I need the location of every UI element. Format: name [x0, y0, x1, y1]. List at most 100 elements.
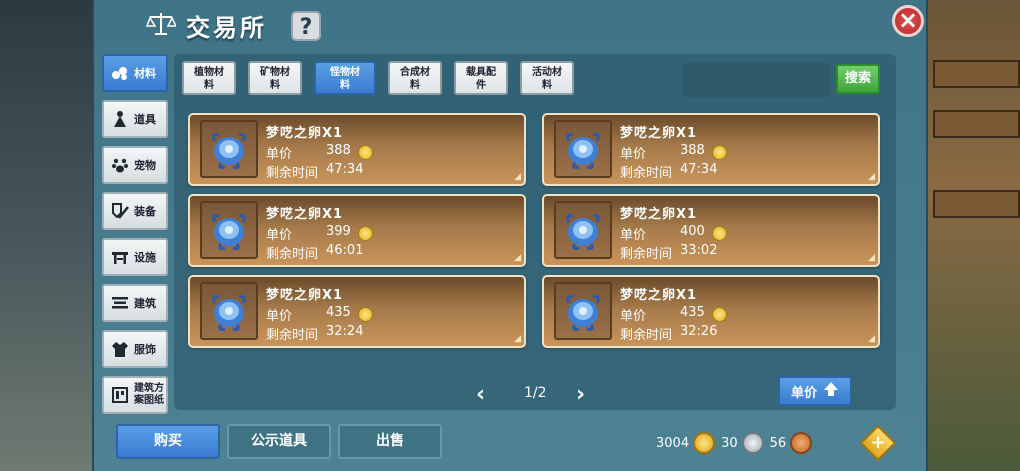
corner-mark-icon: ◢: [514, 334, 521, 344]
page-indicator: 1/2: [524, 385, 547, 401]
clothing-icon: [110, 339, 130, 359]
tab-label-line1: 怪物材: [330, 67, 360, 78]
tab-label-line2: 料: [410, 80, 420, 91]
gold-coin-icon: [712, 226, 727, 241]
item-name: 梦呓之卵X1: [266, 126, 344, 141]
side-tab-blueprint[interactable]: 建筑方 案图纸: [102, 376, 168, 414]
tab-mineral-materials[interactable]: 矿物材料: [248, 61, 302, 95]
paw-icon: [110, 155, 130, 175]
tab-label-line1: 合成材: [400, 67, 430, 78]
side-tab-label: 材料: [134, 67, 156, 80]
tab-plant-materials[interactable]: 植物材料: [182, 61, 236, 95]
public-items-button[interactable]: 公示道具: [227, 424, 331, 459]
time-label: 剩余时间: [266, 247, 319, 262]
plus-icon: +: [870, 432, 886, 453]
corner-mark-icon: ◢: [868, 334, 875, 344]
tab-synthesis-materials[interactable]: 合成材料: [388, 61, 442, 95]
price-label: 单价: [266, 309, 293, 324]
time-label: 剩余时间: [266, 328, 319, 343]
side-tab-clothing[interactable]: 服饰: [102, 330, 168, 368]
listing-card[interactable]: 梦呓之卵X1 单价 399 剩余时间 46:01 ◢: [188, 194, 526, 267]
sort-by-price-button[interactable]: 单价: [778, 376, 852, 406]
price-value: 435: [680, 305, 705, 320]
prev-page-button[interactable]: ‹: [476, 382, 485, 407]
item-name: 梦呓之卵X1: [266, 288, 344, 303]
time-label: 剩余时间: [620, 328, 673, 343]
time-label: 剩余时间: [266, 166, 319, 181]
side-tab-building[interactable]: 建筑: [102, 284, 168, 322]
next-page-button[interactable]: ›: [576, 382, 585, 407]
gold-coin-icon: [358, 145, 373, 160]
tab-event-materials[interactable]: 活动材料: [520, 61, 574, 95]
side-tab-label: 装备: [134, 205, 156, 218]
buy-button[interactable]: 购买: [116, 424, 220, 459]
item-name: 梦呓之卵X1: [266, 207, 344, 222]
bronze-coin-icon: [790, 432, 813, 454]
listing-card[interactable]: 梦呓之卵X1 单价 388 剩余时间 47:34 ◢: [188, 113, 526, 186]
listing-card[interactable]: 梦呓之卵X1 单价 435 剩余时间 32:24 ◢: [188, 275, 526, 348]
background-scene-left: [0, 0, 95, 471]
side-tab-facility[interactable]: 设施: [102, 238, 168, 276]
background-plank: [933, 60, 1020, 88]
silver-amount: 30: [721, 435, 738, 451]
time-remaining: 32:26: [680, 324, 718, 339]
tab-monster-materials[interactable]: 怪物材料: [314, 61, 376, 95]
dream-egg-icon: [200, 120, 258, 178]
help-button[interactable]: ?: [291, 11, 321, 41]
tab-label-line1: 活动材: [532, 67, 562, 78]
dream-egg-icon: [554, 120, 612, 178]
side-tab-label: 服饰: [134, 343, 156, 356]
tab-label-line2: 料: [542, 80, 552, 91]
gold-amount: 3004: [656, 435, 690, 451]
tab-vehicle-parts[interactable]: 载具配件: [454, 61, 508, 95]
equipment-icon: [110, 201, 130, 221]
gold-coin-icon: [358, 226, 373, 241]
price-value: 388: [326, 143, 351, 158]
price-label: 单价: [620, 228, 647, 243]
search-input[interactable]: [683, 63, 831, 97]
background-plank: [933, 190, 1020, 218]
sell-button[interactable]: 出售: [338, 424, 442, 459]
price-value: 399: [326, 224, 351, 239]
price-label: 单价: [266, 147, 293, 162]
item-name: 梦呓之卵X1: [620, 126, 698, 141]
tab-label-line2: 件: [476, 80, 486, 91]
price-value: 388: [680, 143, 705, 158]
price-label: 单价: [266, 228, 293, 243]
time-label: 剩余时间: [620, 247, 673, 262]
gold-coin-icon: [358, 307, 373, 322]
tab-label-line1: 矿物材: [260, 67, 290, 78]
add-currency-button[interactable]: +: [859, 424, 897, 462]
side-tab-label-line1: 建筑方: [134, 383, 164, 394]
time-label: 剩余时间: [620, 166, 673, 181]
close-button[interactable]: ×: [892, 5, 924, 37]
side-tab-label: 设施: [134, 251, 156, 264]
time-remaining: 33:02: [680, 243, 718, 258]
corner-mark-icon: ◢: [868, 253, 875, 263]
search-button[interactable]: 搜索: [836, 64, 880, 94]
props-icon: [110, 109, 130, 129]
time-remaining: 47:34: [680, 162, 718, 177]
price-label: 单价: [620, 147, 647, 162]
side-tab-props[interactable]: 道具: [102, 100, 168, 138]
tab-label-line2: 料: [204, 80, 214, 91]
listing-card[interactable]: 梦呓之卵X1 单价 388 剩余时间 47:34 ◢: [542, 113, 880, 186]
side-tab-pets[interactable]: 宠物: [102, 146, 168, 184]
sort-label: 单价: [790, 385, 817, 401]
price-label: 单价: [620, 309, 647, 324]
time-remaining: 46:01: [326, 243, 364, 258]
listing-card[interactable]: 梦呓之卵X1 单价 400 剩余时间 33:02 ◢: [542, 194, 880, 267]
background-scene-right: [925, 0, 1020, 471]
gold-coin-icon: [693, 432, 716, 454]
item-name: 梦呓之卵X1: [620, 207, 698, 222]
side-tab-label: 宠物: [134, 159, 156, 172]
listing-card[interactable]: 梦呓之卵X1 单价 435 剩余时间 32:26 ◢: [542, 275, 880, 348]
side-tab-label: 道具: [134, 113, 156, 126]
time-remaining: 47:34: [326, 162, 364, 177]
side-tab-label: 建筑: [134, 297, 156, 310]
gold-coin-icon: [712, 145, 727, 160]
listing-panel: 植物材料 矿物材料 怪物材料 合成材料 载具配件 活动材料 搜索 梦呓之卵X1 …: [174, 54, 896, 410]
side-tab-materials[interactable]: 材料: [102, 54, 168, 92]
side-tab-equipment[interactable]: 装备: [102, 192, 168, 230]
tab-label-line2: 料: [270, 80, 280, 91]
